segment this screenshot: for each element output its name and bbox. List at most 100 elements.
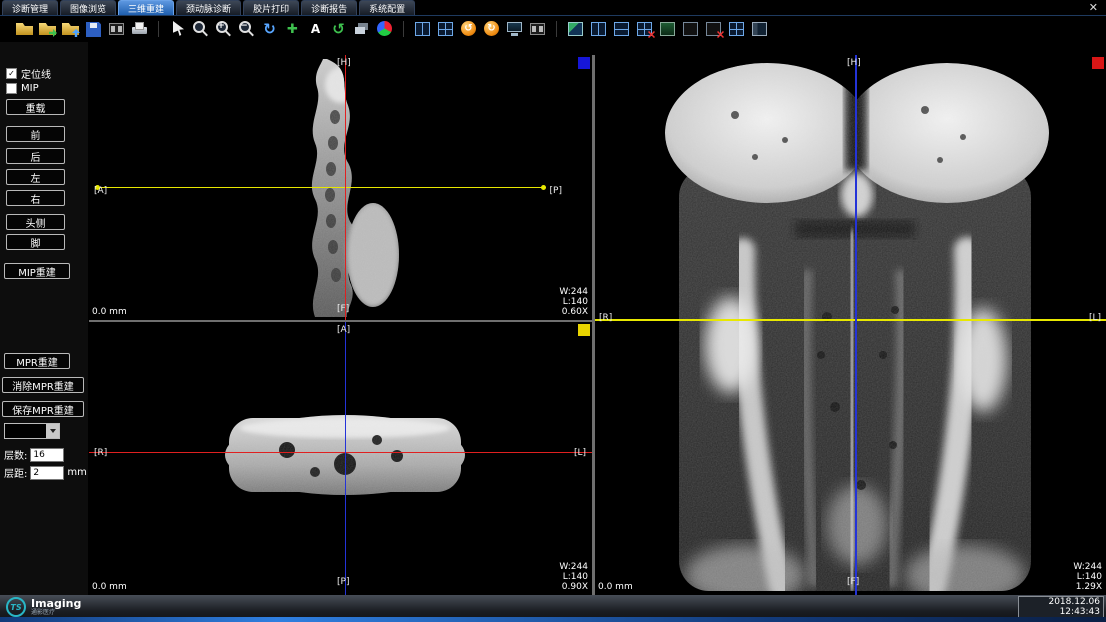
mip-label: MIP (21, 83, 39, 94)
orientation-label-left: [R] (599, 313, 612, 323)
locator-line-label: 定位线 (21, 66, 51, 81)
folder-export-icon[interactable] (60, 18, 81, 40)
window-value: W:244 (1073, 562, 1102, 572)
crosshair-axial-plane-line[interactable] (595, 319, 1106, 321)
filmstrip-icon[interactable] (527, 18, 548, 40)
foot-side-button[interactable]: 脚 (6, 234, 65, 250)
zoom-icon[interactable] (190, 18, 211, 40)
statusbar-accent-strip (0, 617, 1106, 622)
level-value: L:140 (559, 297, 588, 307)
layout-2x2-icon[interactable] (435, 18, 456, 40)
orientation-label-bottom: [P] (337, 577, 349, 587)
panel-right-icon[interactable] (749, 18, 770, 40)
mpr-preset-select[interactable] (4, 423, 60, 439)
film-icon[interactable] (106, 18, 127, 40)
toolbar: + − ↻ ✚ A ↺ ↺ ↻ (0, 16, 1106, 42)
folder-import-icon[interactable] (37, 18, 58, 40)
tab-diagnosis-management[interactable]: 诊断管理 (2, 0, 58, 15)
viewport-indicator (1092, 57, 1104, 69)
front-button[interactable]: 前 (6, 126, 65, 142)
tab-3d-reconstruction[interactable]: 三维重建 (118, 0, 174, 15)
datetime-display: 2018.12.06 12:43:43 (1018, 596, 1104, 618)
mri-axial-image (89, 322, 592, 595)
screen-dark-icon[interactable] (680, 18, 701, 40)
refresh-icon[interactable]: ↺ (328, 18, 349, 40)
viewport-coronal[interactable]: [H] [R] [L] [F] W:244 L:140 1.29X 0.0 mm (595, 55, 1106, 595)
crosshair-coronal-plane-line[interactable] (345, 55, 346, 320)
annotate-icon[interactable]: A (305, 18, 326, 40)
tab-carotid-diagnosis[interactable]: 颈动脉诊断 (176, 0, 241, 15)
tab-film-print[interactable]: 胶片打印 (243, 0, 299, 15)
tab-diagnosis-report[interactable]: 诊断报告 (301, 0, 357, 15)
viewport-sagittal[interactable]: [H] [A] [P] [F] W:244 L:140 0.60X 0.0 mm (89, 55, 592, 320)
orientation-label-top: [A] (337, 325, 350, 335)
back-button[interactable]: 后 (6, 148, 65, 164)
crosshair-axial-plane-line[interactable] (97, 187, 546, 188)
crosshair-sagittal-plane-line[interactable] (855, 55, 857, 595)
color-wheel-icon[interactable] (374, 18, 395, 40)
grid-close-icon[interactable] (634, 18, 655, 40)
layers-icon[interactable] (351, 18, 372, 40)
close-icon[interactable]: ✕ (1089, 1, 1098, 14)
pan-icon[interactable]: ✚ (282, 18, 303, 40)
orientation-label-top: [H] (337, 58, 351, 68)
save-mpr-button[interactable]: 保存MPR重建 (2, 401, 84, 417)
clear-mpr-button[interactable]: 消除MPR重建 (2, 377, 84, 393)
screen-green-icon[interactable] (657, 18, 678, 40)
head-side-button[interactable]: 头侧 (6, 214, 65, 230)
viewport-indicator (578, 57, 590, 69)
monitor-icon[interactable] (504, 18, 525, 40)
zoom-in-icon[interactable]: + (213, 18, 234, 40)
orientation-label-left: [R] (94, 448, 107, 458)
tab-image-browse[interactable]: 图像浏览 (60, 0, 116, 15)
logo-text: Imaging (31, 598, 81, 609)
printer-icon[interactable] (129, 18, 150, 40)
undo-icon[interactable]: ↺ (458, 18, 479, 40)
split-vertical-icon[interactable] (588, 18, 609, 40)
save-icon[interactable] (83, 18, 104, 40)
split-horizontal-icon[interactable] (611, 18, 632, 40)
layer-count-input[interactable] (30, 448, 64, 462)
right-button[interactable]: 右 (6, 190, 65, 206)
crosshair-coronal-plane-line[interactable] (89, 452, 592, 453)
status-bar: TS Imaging 通影医疗 2018.12.06 12:43:43 (0, 595, 1106, 622)
mip-rebuild-button[interactable]: MIP重建 (4, 263, 70, 279)
zoom-value: 0.90X (559, 582, 588, 592)
open-folder-icon[interactable] (14, 18, 35, 40)
checkbox-check-icon: ✓ (6, 68, 17, 79)
ruler-label: 0.0 mm (92, 307, 127, 317)
viewport-indicator (578, 324, 590, 336)
crosshair-endpoint[interactable] (541, 185, 546, 190)
cursor-icon[interactable] (167, 18, 188, 40)
mri-mpr-application: 诊断管理 图像浏览 三维重建 颈动脉诊断 胶片打印 诊断报告 系统配置 ✕ + … (0, 0, 1106, 622)
crosshair-sagittal-plane-line[interactable] (345, 322, 346, 595)
left-button[interactable]: 左 (6, 169, 65, 185)
orientation-label-left: [A] (94, 186, 107, 196)
checkbox-check-icon (6, 83, 17, 94)
mpr-rebuild-button[interactable]: MPR重建 (4, 353, 70, 369)
tab-system-config[interactable]: 系统配置 (359, 0, 415, 15)
locator-line-checkbox[interactable]: ✓ 定位线 (6, 66, 51, 81)
image-grid-icon[interactable] (565, 18, 586, 40)
rotate-icon[interactable]: ↻ (259, 18, 280, 40)
zoom-out-icon[interactable]: − (236, 18, 257, 40)
viewport-axial[interactable]: [A] [R] [L] [P] W:244 L:140 0.90X 0.0 mm (89, 322, 592, 595)
layout-1x2-icon[interactable] (412, 18, 433, 40)
logo-subtext: 通影医疗 (31, 609, 81, 616)
window-level-overlay: W:244 L:140 0.90X (559, 562, 588, 592)
app-logo: TS Imaging 通影医疗 (6, 597, 81, 617)
toolbar-divider (556, 21, 557, 37)
redo-icon[interactable]: ↻ (481, 18, 502, 40)
reload-button[interactable]: 重载 (6, 99, 65, 115)
mri-coronal-image (595, 55, 1106, 595)
layer-spacing-input[interactable] (30, 466, 64, 480)
window-value: W:244 (559, 562, 588, 572)
orientation-label-right: [P] (550, 186, 562, 196)
mip-checkbox[interactable]: MIP (6, 83, 39, 94)
screen-close-icon[interactable] (703, 18, 724, 40)
logo-icon: TS (6, 597, 26, 617)
orientation-label-bottom: [F] (337, 304, 349, 314)
window-level-overlay: W:244 L:140 0.60X (559, 287, 588, 317)
layer-count-row: 层数: (4, 447, 64, 462)
panels-icon[interactable] (726, 18, 747, 40)
